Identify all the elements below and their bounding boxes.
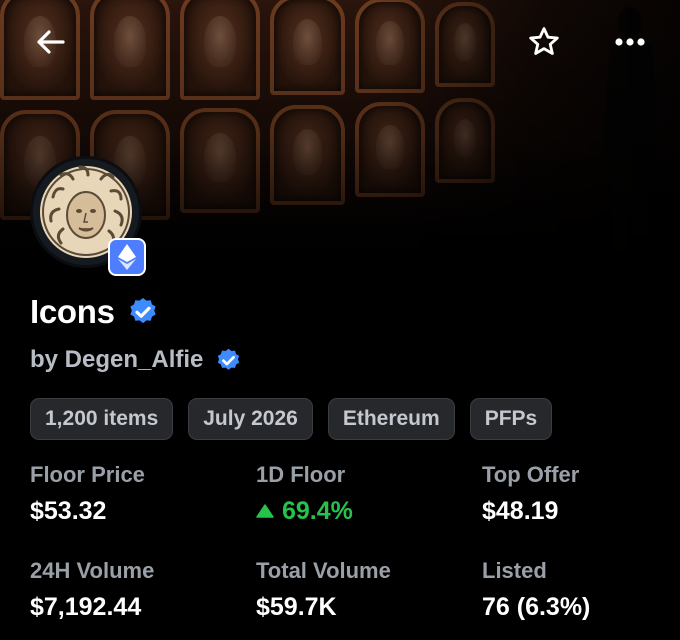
chip-created-date[interactable]: July 2026 bbox=[188, 398, 313, 440]
collection-info-chips: 1,200 items July 2026 Ethereum PFPs bbox=[30, 398, 553, 440]
stat-floor-price: Floor Price $53.32 bbox=[30, 462, 145, 526]
stat-label: Total Volume bbox=[256, 558, 391, 583]
stat-value-change: 69.4% bbox=[256, 496, 353, 526]
stat-total-volume: Total Volume $59.7K bbox=[256, 558, 391, 622]
stat-value: $48.19 bbox=[482, 497, 559, 525]
chip-chain[interactable]: Ethereum bbox=[327, 398, 455, 440]
stat-label: 24H Volume bbox=[30, 558, 155, 583]
stat-label: Floor Price bbox=[30, 462, 145, 487]
stat-value: 69.4% bbox=[282, 497, 353, 525]
chip-category[interactable]: PFPs bbox=[469, 398, 553, 440]
collection-title-row: Icons bbox=[30, 290, 159, 334]
triangle-up-icon bbox=[256, 504, 274, 518]
stat-value: $53.32 bbox=[30, 497, 107, 525]
back-button[interactable] bbox=[28, 20, 72, 64]
ethereum-icon bbox=[118, 244, 136, 270]
stat-label: 1D Floor bbox=[256, 462, 346, 487]
stat-label: Top Offer bbox=[482, 462, 580, 487]
chip-item-count[interactable]: 1,200 items bbox=[30, 398, 174, 440]
stat-listed: Listed 76 (6.3%) bbox=[482, 558, 590, 622]
top-toolbar bbox=[0, 20, 680, 70]
more-horizontal-icon bbox=[615, 38, 645, 46]
creator-name[interactable]: by Degen_Alfie bbox=[30, 346, 203, 374]
stat-1d-floor: 1D Floor 69.4% bbox=[256, 462, 353, 526]
arrow-left-icon bbox=[37, 30, 65, 54]
verified-check-icon bbox=[130, 298, 156, 324]
verified-check-icon bbox=[218, 348, 240, 370]
more-options-button[interactable] bbox=[608, 20, 652, 64]
stat-top-offer: Top Offer $48.19 bbox=[482, 462, 579, 526]
stat-value: 76 (6.3%) bbox=[482, 593, 591, 621]
favorite-button[interactable] bbox=[522, 20, 566, 64]
stat-label: Listed bbox=[482, 558, 547, 583]
creator-row[interactable]: by Degen_Alfie bbox=[30, 343, 242, 377]
stat-value: $59.7K bbox=[256, 593, 337, 621]
stat-24h-volume: 24H Volume $7,192.44 bbox=[30, 558, 154, 622]
stat-value: $7,192.44 bbox=[30, 593, 142, 621]
star-outline-icon bbox=[529, 27, 559, 55]
ethereum-chain-badge bbox=[108, 238, 146, 276]
collection-name: Icons bbox=[30, 293, 115, 330]
